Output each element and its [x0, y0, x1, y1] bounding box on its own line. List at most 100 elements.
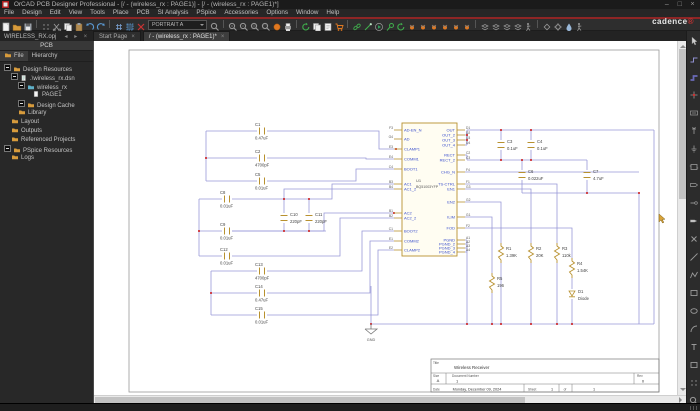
layer-tool-4-button[interactable] — [513, 19, 523, 31]
copy-button[interactable] — [63, 19, 73, 32]
tree-item-outputs[interactable]: Outputs — [0, 127, 93, 136]
menu-design[interactable]: Design — [18, 9, 46, 16]
menu-edit[interactable]: Edit — [46, 9, 65, 16]
menu-accessories[interactable]: Accessories — [220, 9, 262, 16]
link-button[interactable] — [352, 19, 362, 31]
tree-item-library[interactable]: Library — [0, 109, 93, 118]
cut-button[interactable] — [52, 19, 62, 32]
new-design-button[interactable] — [1, 19, 11, 32]
menu-tools[interactable]: Tools — [86, 9, 109, 16]
wire-tool[interactable] — [689, 51, 699, 63]
zoom-tool[interactable] — [689, 393, 699, 405]
redo-button[interactable] — [96, 19, 106, 30]
tab-close-icon[interactable]: × — [131, 34, 135, 40]
schematic-canvas[interactable]: F3 AD-EN_N G4 AD E3 CLAMP1 E4 COMM1 C4 BOOT1 B3 A C1… — [94, 41, 677, 395]
line-tool[interactable] — [689, 249, 699, 261]
layer-tool-3-button[interactable] — [502, 19, 512, 31]
select-tool[interactable] — [689, 33, 699, 46]
tree-expander[interactable] — [4, 145, 11, 152]
menu-pcb[interactable]: PCB — [133, 9, 154, 16]
align-tool-button[interactable] — [524, 19, 534, 32]
color-swatch-button[interactable] — [272, 19, 282, 31]
polyline-tool[interactable] — [689, 267, 699, 279]
snapshot-button[interactable] — [312, 19, 322, 32]
sidebar-tab-file[interactable]: File — [0, 51, 28, 61]
voltage-marker-button[interactable] — [407, 19, 417, 30]
current-marker-button[interactable] — [418, 19, 428, 30]
zoom-in-button[interactable] — [228, 19, 238, 31]
probe-button[interactable] — [385, 19, 395, 31]
snap-to-grid-button[interactable] — [41, 19, 51, 30]
refresh-netlist-button[interactable] — [396, 19, 406, 31]
tree-item-page1[interactable]: PAGE1 — [0, 91, 93, 100]
schematic-drawing[interactable]: F3 AD-EN_N G4 AD E3 CLAMP1 E4 COMM1 C4 BOOT1 B3 A C1… — [94, 41, 677, 395]
menu-si-analysis[interactable]: SI Analysis — [154, 9, 193, 16]
snap-tool[interactable] — [689, 375, 699, 386]
menu-place[interactable]: Place — [109, 9, 133, 16]
resize-grip[interactable] — [690, 406, 698, 410]
tree-expander[interactable] — [18, 82, 25, 89]
print-button[interactable] — [283, 19, 293, 31]
marker-tool-6-button[interactable] — [462, 19, 472, 30]
tab-close-icon[interactable]: × — [221, 34, 225, 40]
tree-expander[interactable] — [4, 64, 11, 71]
marker-tool-4-button[interactable] — [440, 19, 450, 30]
tree-item-referenced-projects[interactable]: Referenced Projects — [0, 136, 93, 145]
tree-expander[interactable] — [18, 100, 25, 107]
document-tab-schematic-page[interactable]: / - (wireless_rx : PAGE1)* × — [142, 31, 231, 41]
tree-item-logs[interactable]: Logs — [0, 154, 93, 163]
tree-item--wireless-rx-dsn[interactable]: .\wireless_rx.dsn — [0, 73, 93, 82]
window-select-button[interactable] — [125, 19, 135, 31]
drop-tool-button[interactable] — [564, 19, 574, 32]
menu-help[interactable]: Help — [322, 9, 343, 16]
marker-tool-5-button[interactable] — [451, 19, 461, 30]
menu-pspice[interactable]: PSpice — [192, 9, 220, 16]
zoom-out-button[interactable] — [239, 19, 249, 31]
tree-item-pspice-resources[interactable]: PSpice Resources — [0, 145, 93, 154]
maximize-button[interactable]: □ — [674, 0, 685, 9]
tree-expander[interactable] — [11, 73, 18, 80]
port-tool[interactable] — [689, 177, 699, 187]
minimize-button[interactable]: – — [661, 0, 672, 9]
text-tool[interactable] — [689, 339, 699, 350]
layer-tool-2-button[interactable] — [491, 19, 501, 31]
rectangle-tool[interactable] — [689, 285, 699, 296]
ellipse-tool[interactable] — [689, 303, 699, 314]
diamond-tool-button[interactable] — [542, 19, 552, 31]
junction-tool[interactable] — [689, 87, 699, 99]
menu-view[interactable]: View — [65, 9, 87, 16]
menu-options[interactable]: Options — [262, 9, 292, 16]
undo-button[interactable] — [85, 19, 95, 30]
off-page-connector-tool[interactable] — [689, 213, 699, 223]
tree-item-design-resources[interactable]: Design Resources — [0, 64, 93, 73]
power-marker-button[interactable] — [429, 19, 439, 30]
page-size-select[interactable]: PORTRAIT A — [148, 20, 207, 30]
marker-button[interactable] — [136, 19, 146, 31]
search-button[interactable] — [210, 19, 220, 31]
run-simulation-button[interactable] — [374, 19, 384, 31]
image-tool[interactable] — [689, 357, 699, 368]
open-design-button[interactable] — [12, 19, 22, 31]
footprint-tool-button[interactable] — [575, 19, 585, 32]
paste-button[interactable] — [74, 19, 84, 32]
hierarchical-block-tool[interactable] — [689, 159, 699, 170]
document-tab-start-page[interactable]: Start Page × — [93, 31, 141, 41]
refresh-button[interactable] — [301, 19, 311, 31]
power-tool[interactable] — [689, 123, 699, 134]
library-cart-button[interactable] — [334, 19, 344, 31]
tree-item-wireless-rx[interactable]: wireless_rx — [0, 82, 93, 91]
sidebar-tab-hierarchy[interactable]: Hierarchy — [28, 51, 62, 61]
vertical-scroll-thumb[interactable] — [679, 49, 686, 199]
zoom-region-button[interactable] — [261, 19, 271, 31]
pin-tool[interactable] — [689, 195, 699, 205]
zoom-fit-button[interactable] — [250, 19, 260, 31]
wand-button[interactable] — [363, 19, 373, 31]
layer-tool-1-button[interactable] — [480, 19, 490, 31]
close-button[interactable]: × — [687, 0, 698, 9]
bus-tool[interactable] — [689, 69, 699, 81]
ground-tool[interactable] — [689, 141, 699, 153]
gear-button[interactable] — [553, 19, 563, 31]
notes-button[interactable] — [323, 19, 333, 31]
net-alias-tool[interactable] — [689, 105, 699, 116]
tree-item-layout[interactable]: Layout — [0, 118, 93, 127]
